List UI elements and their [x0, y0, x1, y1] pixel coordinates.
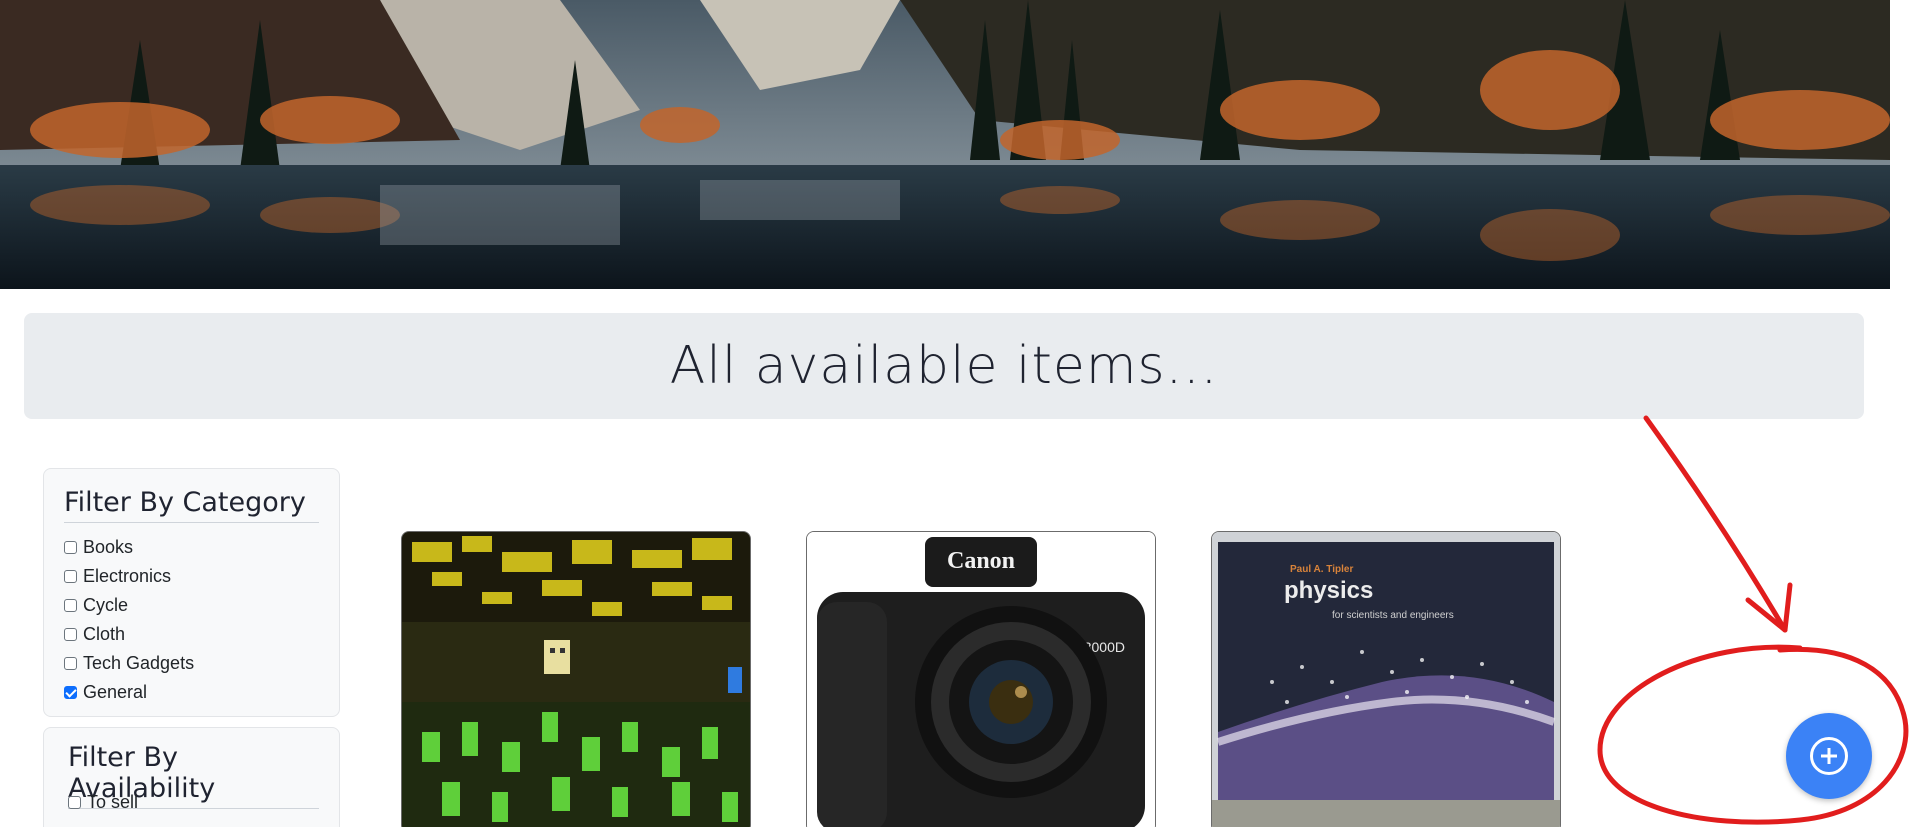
canon-camera-image: Canon EOS 3000D [807, 532, 1155, 827]
checkbox-books[interactable] [64, 541, 77, 554]
camera-brand-text: Canon [947, 548, 1015, 574]
availability-options: To sell [68, 788, 138, 817]
add-item-button[interactable] [1786, 713, 1872, 799]
checkbox-electronics[interactable] [64, 570, 77, 583]
checkbox-general[interactable] [64, 686, 77, 699]
checkbox-cycle[interactable] [64, 599, 77, 612]
filter-category-title: Filter By Category [64, 487, 319, 523]
book-subtitle-text: for scientists and engineers [1332, 610, 1454, 621]
checkbox-tech-gadgets[interactable] [64, 657, 77, 670]
option-label: Books [83, 537, 134, 557]
availability-option-to-sell[interactable]: To sell [68, 788, 138, 817]
item-card[interactable] [401, 531, 751, 827]
option-label: To sell [87, 792, 139, 812]
physics-book-image: Paul A. Tipler physics for scientists an… [1212, 532, 1560, 827]
filter-by-availability-panel: Filter By Availability To sell [43, 727, 340, 827]
option-label: General [83, 682, 148, 702]
checkbox-cloth[interactable] [64, 628, 77, 641]
page-title: All available items... [669, 336, 1219, 396]
option-label: Electronics [83, 566, 172, 586]
category-option-books[interactable]: Books [64, 533, 194, 562]
category-option-cycle[interactable]: Cycle [64, 591, 194, 620]
book-title-text: physics [1284, 577, 1373, 604]
item-card[interactable]: Canon EOS 3000D [806, 531, 1156, 827]
filter-by-category-panel: Filter By Category Books Electronics Cyc… [43, 468, 340, 717]
hero-banner-image [0, 0, 1890, 289]
option-label: Cloth [83, 624, 126, 644]
item-card[interactable]: Paul A. Tipler physics for scientists an… [1211, 531, 1561, 827]
category-option-electronics[interactable]: Electronics [64, 562, 194, 591]
category-option-tech-gadgets[interactable]: Tech Gadgets [64, 649, 194, 678]
option-label: Cycle [83, 595, 129, 615]
checkbox-to-sell[interactable] [68, 796, 81, 809]
category-option-cloth[interactable]: Cloth [64, 620, 194, 649]
minecraft-scene-image [402, 532, 750, 827]
plus-circle-icon [1810, 737, 1848, 775]
book-author-text: Paul A. Tipler [1290, 564, 1353, 575]
category-option-general[interactable]: General [64, 678, 194, 707]
option-label: Tech Gadgets [83, 653, 195, 673]
page: All available items... Filter By Categor… [0, 0, 1910, 827]
page-title-bar: All available items... [24, 313, 1864, 419]
category-options: Books Electronics Cycle Cloth Tech Gadge… [64, 533, 194, 707]
